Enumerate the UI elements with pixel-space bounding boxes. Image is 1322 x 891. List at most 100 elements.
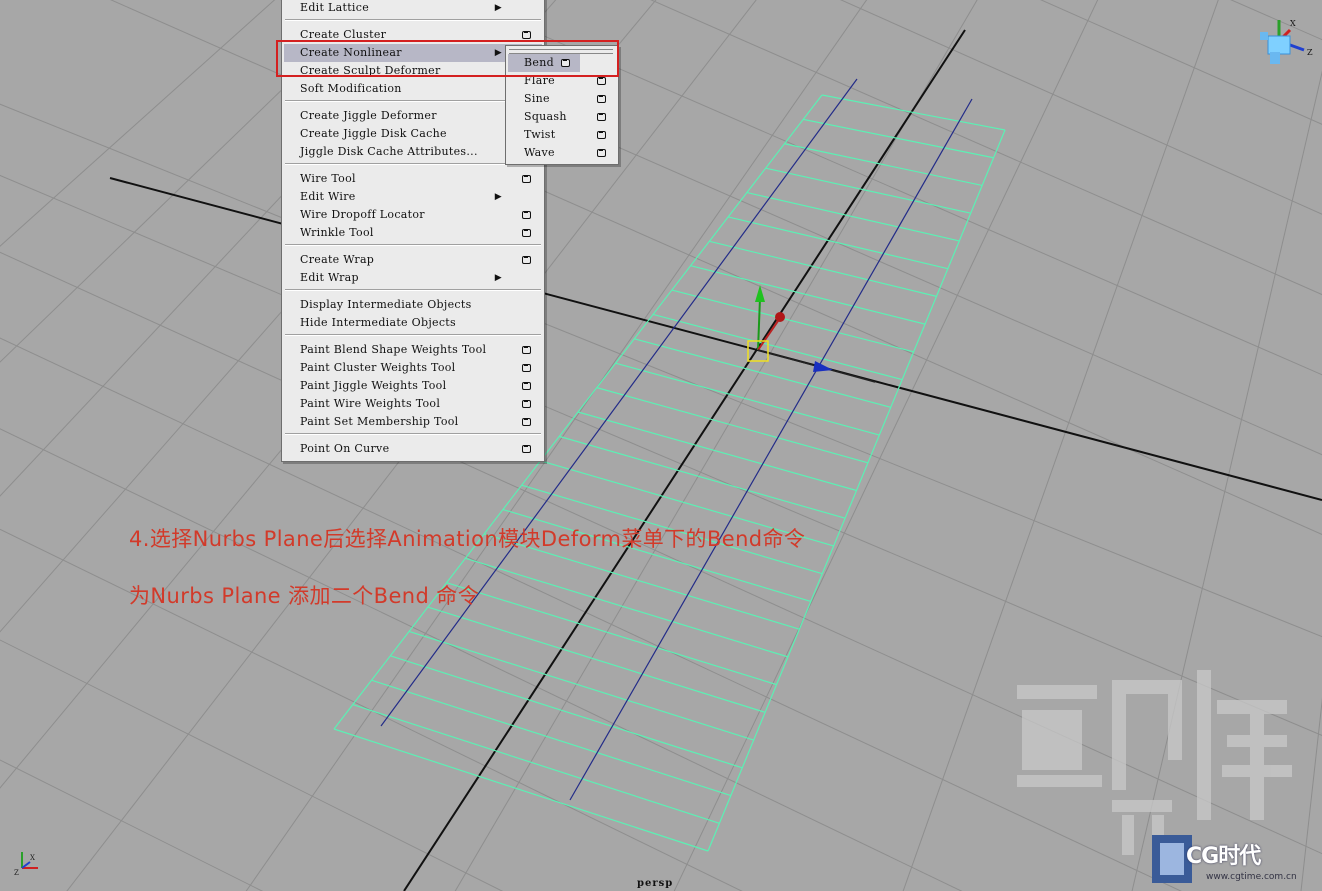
menu-separator xyxy=(285,100,541,102)
menu-item-label: Hide Intermediate Objects xyxy=(300,316,456,329)
submenu-arrow-icon: ▶ xyxy=(494,273,502,283)
plane-isoparm-row xyxy=(652,313,903,381)
plane-isoparm-row xyxy=(690,265,926,325)
plane-isoparm-row xyxy=(671,289,914,353)
submenu-item-sine[interactable]: Sine xyxy=(508,90,616,108)
plane-isoparm-row xyxy=(446,582,777,686)
option-box-icon[interactable] xyxy=(522,256,531,264)
plane-isoparm-row xyxy=(408,630,754,741)
menu-item-point-on-curve[interactable]: Point On Curve xyxy=(284,440,542,458)
option-box-icon[interactable] xyxy=(522,175,531,183)
menu-item-label: Paint Jiggle Weights Tool xyxy=(300,379,447,392)
menu-item-paint-set-membership-tool[interactable]: Paint Set Membership Tool xyxy=(284,413,542,431)
option-box-icon[interactable] xyxy=(597,149,606,157)
site-url-text: www.cgtime.com.cn xyxy=(1206,872,1297,882)
menu-item-label: Wire Dropoff Locator xyxy=(300,208,425,221)
menu-item-hide-intermediate-objects[interactable]: Hide Intermediate Objects xyxy=(284,314,542,332)
site-logo-text: CG时代 xyxy=(1186,844,1261,869)
option-box-icon[interactable] xyxy=(597,131,606,139)
menu-separator xyxy=(285,433,541,435)
menu-item-paint-blend-shape-weights-tool[interactable]: Paint Blend Shape Weights Tool xyxy=(284,341,542,359)
menu-item-label: Edit Wrap xyxy=(300,271,359,284)
camera-name-label: persp xyxy=(637,878,674,889)
menu-item-label: Edit Wire xyxy=(300,190,356,203)
option-box-icon[interactable] xyxy=(522,229,531,237)
option-box-icon[interactable] xyxy=(522,31,531,39)
menu-item-create-wrap[interactable]: Create Wrap xyxy=(284,251,542,269)
plane-isoparm-row xyxy=(746,191,960,242)
submenu-item-label: Sine xyxy=(524,92,550,105)
submenu-arrow-icon: ▶ xyxy=(494,192,502,202)
option-box-icon[interactable] xyxy=(522,445,531,453)
plane-isoparm-row xyxy=(765,167,971,214)
submenu-item-squash[interactable]: Squash xyxy=(508,108,616,126)
menu-item-label: Paint Cluster Weights Tool xyxy=(300,361,456,374)
menu-item-label: Create Jiggle Disk Cache xyxy=(300,127,447,140)
option-box-icon[interactable] xyxy=(522,400,531,408)
menu-item-label: Wrinkle Tool xyxy=(300,226,374,239)
menu-item-edit-wrap[interactable]: Edit Wrap ▶ xyxy=(284,269,542,287)
plane-isoparm-row xyxy=(390,655,743,769)
menu-item-create-jiggle-disk-cache[interactable]: Create Jiggle Disk Cache xyxy=(284,125,542,143)
submenu-item-label: Squash xyxy=(524,110,567,123)
plane-isoparm-row xyxy=(427,606,766,713)
plane-isoparm-row xyxy=(465,557,789,658)
option-box-icon[interactable] xyxy=(522,418,531,426)
svg-text:Z: Z xyxy=(1307,48,1313,57)
menu-separator xyxy=(285,244,541,246)
submenu-item-wave[interactable]: Wave xyxy=(508,144,616,162)
menu-item-label: Point On Curve xyxy=(300,442,390,455)
instruction-caption-line-1: 4.选择Nurbs Plane后选择Animation模块Deform菜单下的B… xyxy=(129,527,806,551)
annotation-highlight-box xyxy=(276,40,619,77)
plane-isoparm-row xyxy=(615,362,880,436)
menu-item-label: Paint Set Membership Tool xyxy=(300,415,459,428)
menu-item-wrinkle-tool[interactable]: Wrinkle Tool xyxy=(284,224,542,242)
menu-separator xyxy=(285,334,541,336)
menu-item-create-jiggle-deformer[interactable]: Create Jiggle Deformer xyxy=(284,107,542,125)
menu-item-label: Paint Wire Weights Tool xyxy=(300,397,441,410)
menu-item-label: Create Jiggle Deformer xyxy=(300,109,437,122)
menu-item-label: Display Intermediate Objects xyxy=(300,298,472,311)
menu-item-paint-jiggle-weights-tool[interactable]: Paint Jiggle Weights Tool xyxy=(284,377,542,395)
submenu-item-label: Wave xyxy=(524,146,555,159)
menu-separator xyxy=(285,19,541,21)
menu-item-label: Soft Modification xyxy=(300,82,402,95)
menu-item-edit-lattice[interactable]: Edit Lattice ▶ xyxy=(284,0,542,17)
menu-item-paint-cluster-weights-tool[interactable]: Paint Cluster Weights Tool xyxy=(284,359,542,377)
menu-item-label: Wire Tool xyxy=(300,172,356,185)
plane-isoparm-row xyxy=(821,94,1006,131)
svg-text:X: X xyxy=(1290,19,1296,28)
watermark-logo xyxy=(1017,670,1292,883)
instruction-caption-line-2: 为Nurbs Plane 添加二个Bend 命令 xyxy=(129,584,480,608)
option-box-icon[interactable] xyxy=(597,113,606,121)
option-box-icon[interactable] xyxy=(522,364,531,372)
option-box-icon[interactable] xyxy=(597,77,606,85)
axis-indicator-icon: X Z xyxy=(14,852,38,877)
plane-isoparm-row xyxy=(371,679,732,797)
menu-separator xyxy=(285,163,541,165)
plane-isoparm-row xyxy=(803,118,994,159)
plane-isoparm-row xyxy=(634,338,891,408)
menu-item-jiggle-disk-cache-attributes[interactable]: Jiggle Disk Cache Attributes... xyxy=(284,143,542,161)
submenu-arrow-icon: ▶ xyxy=(494,3,502,13)
option-box-icon[interactable] xyxy=(522,346,531,354)
menu-item-label: Paint Blend Shape Weights Tool xyxy=(300,343,487,356)
option-box-icon[interactable] xyxy=(522,382,531,390)
menu-item-wire-tool[interactable]: Wire Tool xyxy=(284,170,542,188)
plane-isoparm-row xyxy=(333,728,709,852)
svg-text:Z: Z xyxy=(14,869,19,877)
menu-item-edit-wire[interactable]: Edit Wire ▶ xyxy=(284,188,542,206)
view-cube-icon[interactable]: X Z xyxy=(1260,19,1313,64)
menu-item-label: Create Wrap xyxy=(300,253,375,266)
menu-item-label: Jiggle Disk Cache Attributes... xyxy=(300,145,478,158)
menu-item-display-intermediate-objects[interactable]: Display Intermediate Objects xyxy=(284,296,542,314)
svg-text:X: X xyxy=(30,854,35,862)
submenu-item-twist[interactable]: Twist xyxy=(508,126,616,144)
menu-item-soft-modification[interactable]: Soft Modification xyxy=(284,80,542,98)
menu-item-paint-wire-weights-tool[interactable]: Paint Wire Weights Tool xyxy=(284,395,542,413)
menu-item-wire-dropoff-locator[interactable]: Wire Dropoff Locator xyxy=(284,206,542,224)
menu-separator xyxy=(285,289,541,291)
plane-isoparm-row xyxy=(352,704,720,824)
option-box-icon[interactable] xyxy=(597,95,606,103)
option-box-icon[interactable] xyxy=(522,211,531,219)
